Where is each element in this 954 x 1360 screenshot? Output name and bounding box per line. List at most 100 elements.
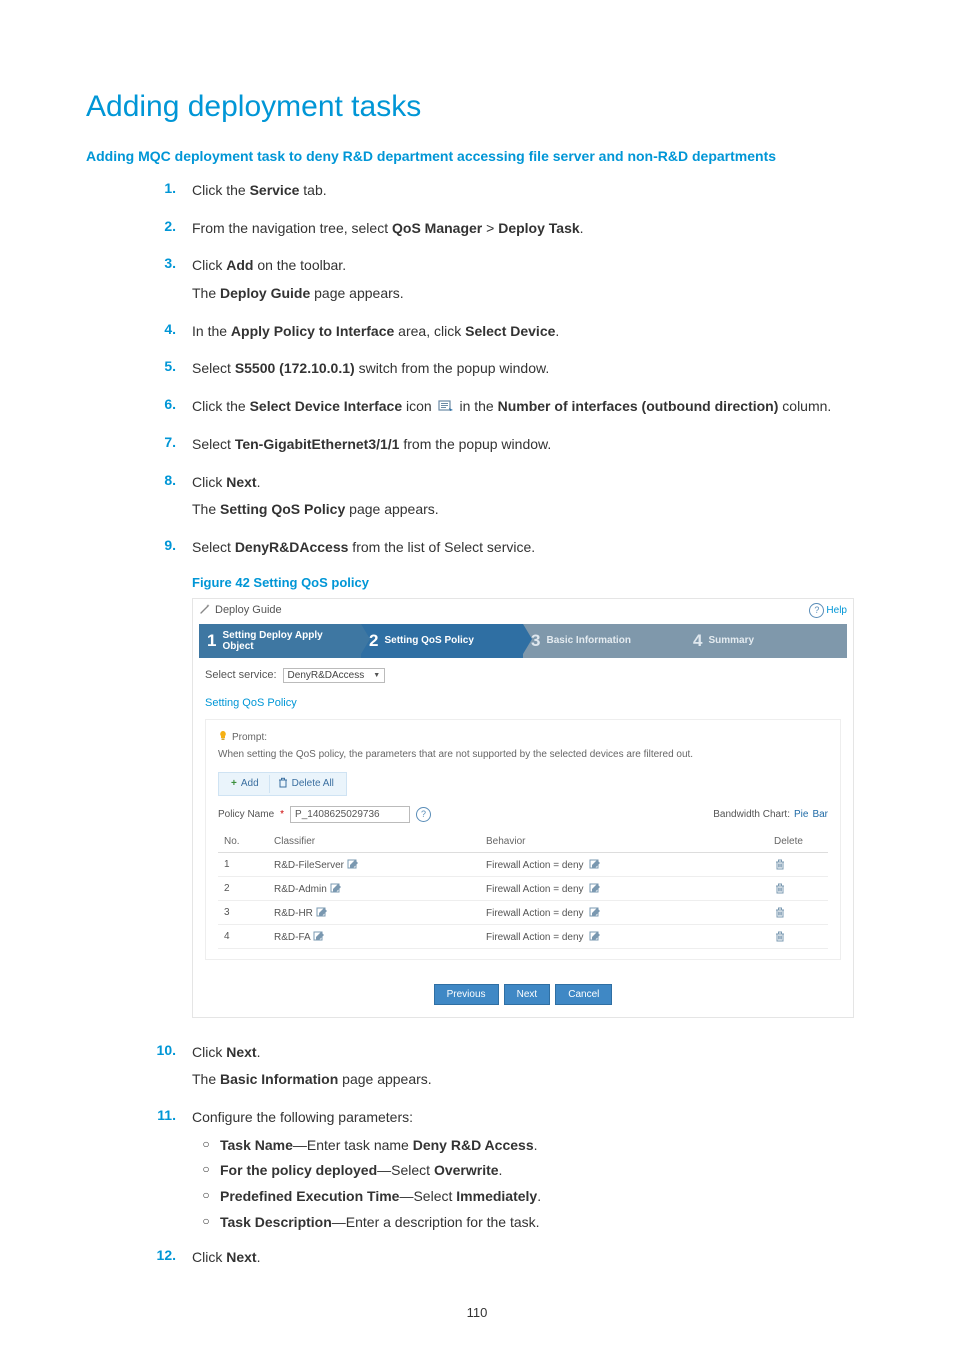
step-body: Click Add on the toolbar. The Deploy Gui…: [192, 255, 868, 310]
step-body: Click Next. The Setting QoS Policy page …: [192, 472, 868, 527]
th-behavior: Behavior: [480, 831, 768, 853]
wand-icon: [199, 603, 211, 618]
toolbar: + Add Delete All: [218, 772, 347, 796]
section-subtitle: Adding MQC deployment task to deny R&D d…: [86, 148, 868, 164]
step-number: 7.: [86, 434, 192, 450]
trash-icon[interactable]: [774, 906, 786, 918]
trash-icon[interactable]: [774, 882, 786, 894]
wizard-step-3[interactable]: 3 Basic Information: [523, 624, 685, 658]
cancel-button[interactable]: Cancel: [555, 984, 612, 1005]
cell-delete: [768, 876, 828, 900]
step-number: 8.: [86, 472, 192, 488]
step-body: Click Next.: [192, 1247, 868, 1275]
edit-icon[interactable]: [589, 858, 601, 870]
page-title: Adding deployment tasks: [86, 90, 868, 124]
bandwidth-chart-bar-link[interactable]: Bar: [812, 809, 828, 820]
edit-icon[interactable]: [313, 930, 325, 942]
bandwidth-chart-pie-link[interactable]: Pie: [794, 809, 808, 820]
step-number: 2.: [86, 218, 192, 234]
cell-classifier: R&D-FA: [268, 924, 480, 948]
step-body: Click the Select Device Interface icon i…: [192, 396, 868, 424]
table-row: 1R&D-FileServer Firewall Action = deny: [218, 852, 828, 876]
bullet-icon: ○: [192, 1186, 220, 1205]
breadcrumb: Deploy Guide: [215, 604, 282, 616]
bullet-icon: ○: [192, 1212, 220, 1231]
plus-icon: +: [231, 778, 237, 789]
add-button[interactable]: + Add: [223, 775, 267, 793]
trash-icon[interactable]: [774, 930, 786, 942]
list-item: ○ For the policy deployed—Select Overwri…: [192, 1160, 868, 1182]
policy-name-input[interactable]: P_1408625029736: [290, 806, 410, 823]
edit-icon[interactable]: [589, 930, 601, 942]
step-number: 12.: [86, 1247, 192, 1263]
step-number: 6.: [86, 396, 192, 412]
help-icon: ?: [809, 603, 824, 618]
cell-no: 2: [218, 876, 268, 900]
wizard-step-4[interactable]: 4 Summary: [685, 624, 847, 658]
page-number: 110: [86, 1305, 868, 1320]
help-icon[interactable]: ?: [416, 807, 431, 822]
list-item: ○ Predefined Execution Time—Select Immed…: [192, 1186, 868, 1208]
edit-icon[interactable]: [347, 858, 359, 870]
cell-delete: [768, 852, 828, 876]
wizard-steps: 1 Setting Deploy Apply Object 2 Setting …: [199, 624, 847, 658]
th-no: No.: [218, 831, 268, 853]
step-number: 1.: [86, 180, 192, 196]
step-number: 4.: [86, 321, 192, 337]
edit-icon[interactable]: [316, 906, 328, 918]
edit-icon[interactable]: [589, 906, 601, 918]
select-service-label: Select service:: [205, 669, 277, 681]
prompt-label: Prompt:: [232, 732, 267, 743]
step-body: From the navigation tree, select QoS Man…: [192, 218, 868, 246]
list-item: ○ Task Name—Enter task name Deny R&D Acc…: [192, 1135, 868, 1157]
previous-button[interactable]: Previous: [434, 984, 499, 1005]
bandwidth-chart-label: Bandwidth Chart:: [713, 809, 790, 820]
list-item: ○ Task Description—Enter a description f…: [192, 1212, 868, 1234]
delete-all-button[interactable]: Delete All: [269, 775, 342, 793]
policy-name-label: Policy Name: [218, 809, 274, 820]
lightbulb-icon: [218, 730, 228, 745]
select-service-dropdown[interactable]: DenyR&DAccess: [283, 668, 386, 683]
cell-behavior: Firewall Action = deny: [480, 924, 768, 948]
help-link[interactable]: ? Help: [809, 603, 847, 618]
step-number: 11.: [86, 1107, 192, 1123]
cell-no: 4: [218, 924, 268, 948]
step-number: 5.: [86, 358, 192, 374]
screenshot: Deploy Guide ? Help 1 Setting Deploy App…: [192, 598, 854, 1018]
step-body: Click the Service tab.: [192, 180, 868, 208]
bullet-icon: ○: [192, 1135, 220, 1154]
cell-behavior: Firewall Action = deny: [480, 876, 768, 900]
step-body: Click Next. The Basic Information page a…: [192, 1042, 868, 1097]
cell-delete: [768, 900, 828, 924]
required-asterisk: *: [280, 809, 284, 820]
th-delete: Delete: [768, 831, 828, 853]
cell-no: 3: [218, 900, 268, 924]
wizard-step-1[interactable]: 1 Setting Deploy Apply Object: [199, 624, 361, 658]
step-body: Select S5500 (172.10.0.1) switch from th…: [192, 358, 868, 386]
section-title: Setting QoS Policy: [205, 697, 841, 709]
table-row: 3R&D-HR Firewall Action = deny: [218, 900, 828, 924]
cell-classifier: R&D-HR: [268, 900, 480, 924]
edit-icon[interactable]: [330, 882, 342, 894]
edit-icon[interactable]: [589, 882, 601, 894]
select-device-interface-icon: [438, 398, 454, 412]
bullet-icon: ○: [192, 1160, 220, 1179]
wizard-step-2[interactable]: 2 Setting QoS Policy: [361, 624, 523, 658]
cell-classifier: R&D-Admin: [268, 876, 480, 900]
table-row: 2R&D-Admin Firewall Action = deny: [218, 876, 828, 900]
cell-behavior: Firewall Action = deny: [480, 900, 768, 924]
th-classifier: Classifier: [268, 831, 480, 853]
prompt-note: When setting the QoS policy, the paramet…: [218, 749, 828, 760]
policy-table: No. Classifier Behavior Delete 1R&D-File…: [218, 831, 828, 949]
cell-delete: [768, 924, 828, 948]
cell-behavior: Firewall Action = deny: [480, 852, 768, 876]
cell-classifier: R&D-FileServer: [268, 852, 480, 876]
next-button[interactable]: Next: [504, 984, 551, 1005]
table-row: 4R&D-FA Firewall Action = deny: [218, 924, 828, 948]
trash-icon[interactable]: [774, 858, 786, 870]
cell-no: 1: [218, 852, 268, 876]
step-body: In the Apply Policy to Interface area, c…: [192, 321, 868, 349]
trash-icon: [278, 777, 288, 791]
step-body: Select Ten-GigabitEthernet3/1/1 from the…: [192, 434, 868, 462]
step-number: 10.: [86, 1042, 192, 1058]
